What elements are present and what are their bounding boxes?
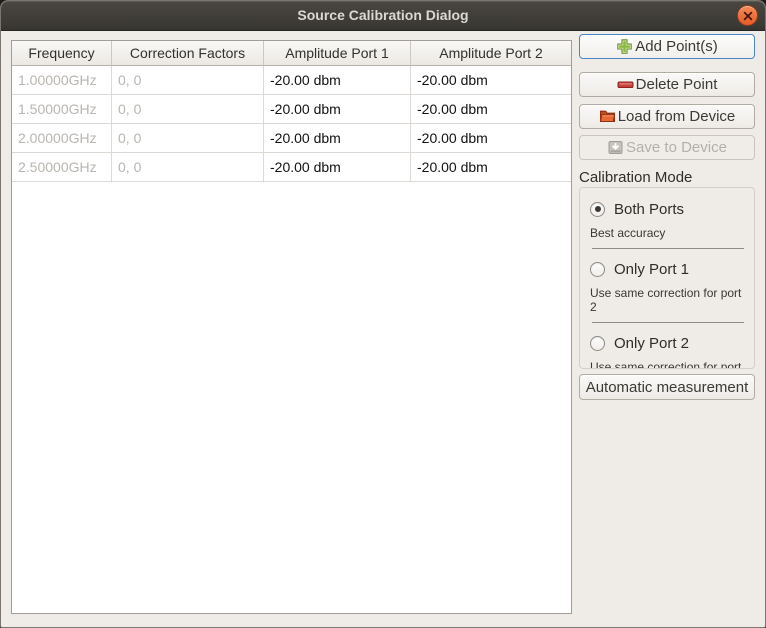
column-header-amplitude-port-1[interactable]: Amplitude Port 1 [264, 41, 411, 66]
load-from-device-button[interactable]: Load from Device [579, 104, 755, 129]
source-calibration-dialog: Source Calibration Dialog Frequency Corr… [0, 0, 766, 628]
radio-only-port-1-description: Use same correction for port 2 [590, 286, 744, 314]
calibration-mode-group: Both Ports Best accuracy Only Port 1 Use… [579, 187, 755, 369]
cell-amplitude-port-2[interactable]: -20.00 dbm [411, 95, 571, 124]
window-title: Source Calibration Dialog [1, 7, 765, 23]
table-row[interactable]: 1.50000GHz 0, 0 -20.00 dbm -20.00 dbm [12, 95, 571, 124]
cell-amplitude-port-1[interactable]: -20.00 dbm [264, 95, 411, 124]
delete-point-label: Delete Point [636, 76, 718, 93]
cell-amplitude-port-1[interactable]: -20.00 dbm [264, 66, 411, 95]
column-header-frequency[interactable]: Frequency [12, 41, 112, 66]
side-panel: Add Point(s) Delete Point Load from [579, 34, 755, 614]
table-header-row: Frequency Correction Factors Amplitude P… [12, 41, 571, 66]
plus-icon [616, 38, 633, 55]
load-from-device-label: Load from Device [618, 108, 736, 125]
radio-only-port-2-description: Use same correction for port 1 [590, 360, 744, 369]
save-to-device-button[interactable]: Save to Device [579, 135, 755, 160]
cell-frequency[interactable]: 2.00000GHz [12, 124, 112, 153]
titlebar[interactable]: Source Calibration Dialog [1, 1, 765, 31]
close-button[interactable] [737, 5, 758, 26]
separator [592, 322, 744, 323]
folder-icon [599, 108, 616, 125]
separator [592, 248, 744, 249]
cell-frequency[interactable]: 2.50000GHz [12, 153, 112, 182]
automatic-measurement-label: Automatic measurement [586, 379, 749, 396]
cell-amplitude-port-1[interactable]: -20.00 dbm [264, 124, 411, 153]
cell-amplitude-port-2[interactable]: -20.00 dbm [411, 124, 571, 153]
delete-point-button[interactable]: Delete Point [579, 72, 755, 97]
radio-only-port-1-label: Only Port 1 [614, 261, 689, 278]
radio-both-ports-description: Best accuracy [590, 226, 744, 240]
table-row[interactable]: 1.00000GHz 0, 0 -20.00 dbm -20.00 dbm [12, 66, 571, 95]
radio-icon[interactable] [590, 336, 605, 351]
cell-correction-factors[interactable]: 0, 0 [112, 95, 264, 124]
radio-only-port-2-label: Only Port 2 [614, 335, 689, 352]
calibration-mode-label: Calibration Mode [579, 169, 692, 186]
calibration-points-table: Frequency Correction Factors Amplitude P… [11, 40, 572, 614]
automatic-measurement-button[interactable]: Automatic measurement [579, 374, 755, 400]
add-points-label: Add Point(s) [635, 38, 718, 55]
cell-correction-factors[interactable]: 0, 0 [112, 66, 264, 95]
close-icon [743, 11, 753, 21]
cell-amplitude-port-2[interactable]: -20.00 dbm [411, 153, 571, 182]
table-row[interactable]: 2.50000GHz 0, 0 -20.00 dbm -20.00 dbm [12, 153, 571, 182]
radio-only-port-2[interactable]: Only Port 2 [590, 334, 744, 352]
cell-frequency[interactable]: 1.50000GHz [12, 95, 112, 124]
table-row[interactable]: 2.00000GHz 0, 0 -20.00 dbm -20.00 dbm [12, 124, 571, 153]
cell-frequency[interactable]: 1.00000GHz [12, 66, 112, 95]
add-points-button[interactable]: Add Point(s) [579, 34, 755, 59]
save-icon [607, 139, 624, 156]
cell-correction-factors[interactable]: 0, 0 [112, 124, 264, 153]
radio-icon[interactable] [590, 202, 605, 217]
cell-amplitude-port-2[interactable]: -20.00 dbm [411, 66, 571, 95]
cell-correction-factors[interactable]: 0, 0 [112, 153, 264, 182]
column-header-correction-factors[interactable]: Correction Factors [112, 41, 264, 66]
radio-both-ports[interactable]: Both Ports [590, 200, 744, 218]
radio-icon[interactable] [590, 262, 605, 277]
save-to-device-label: Save to Device [626, 139, 727, 156]
radio-only-port-1[interactable]: Only Port 1 [590, 260, 744, 278]
minus-icon [617, 76, 634, 93]
radio-both-ports-label: Both Ports [614, 201, 684, 218]
cell-amplitude-port-1[interactable]: -20.00 dbm [264, 153, 411, 182]
column-header-amplitude-port-2[interactable]: Amplitude Port 2 [411, 41, 571, 66]
